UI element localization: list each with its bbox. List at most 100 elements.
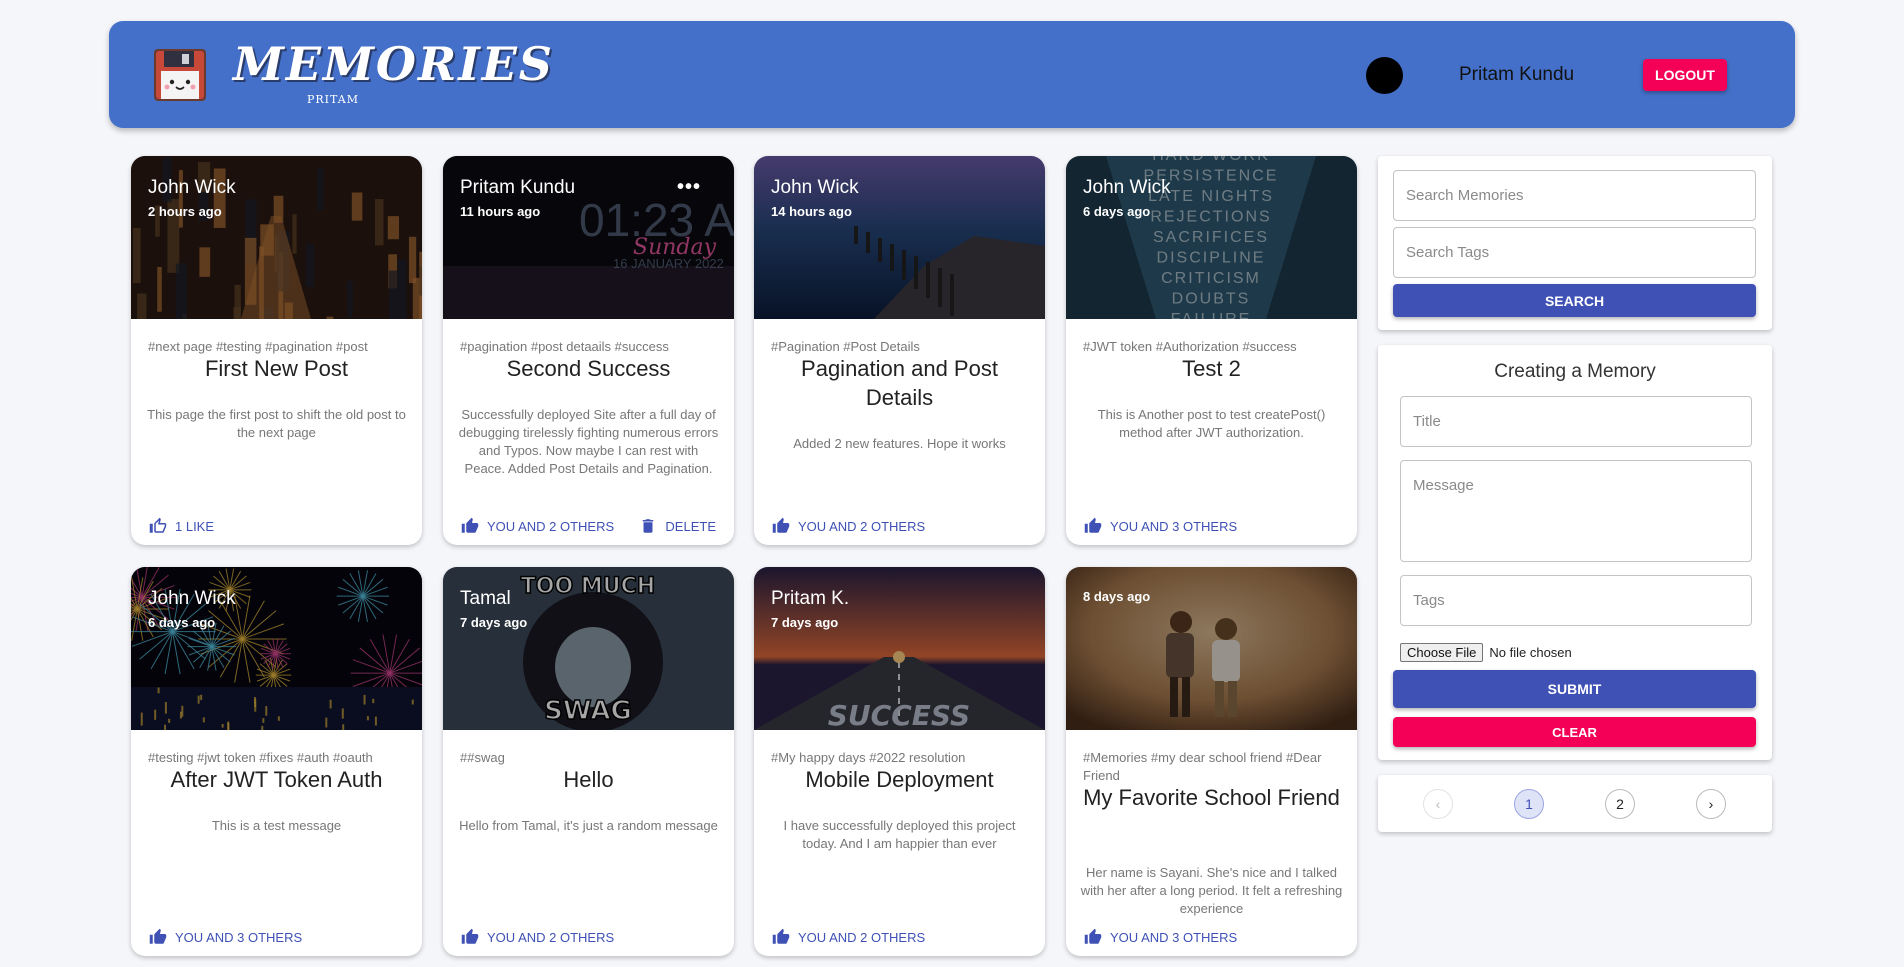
svg-text:FAILURE: FAILURE: [1171, 311, 1252, 319]
thumb-up-icon: [461, 517, 479, 535]
thumb-up-icon: [772, 928, 790, 946]
prev-page-button[interactable]: ‹: [1423, 789, 1453, 819]
post-card[interactable]: 8 days ago #Memories #my dear school frie…: [1066, 567, 1357, 956]
app-bar: MEMORIES PRITAM Pritam Kundu LOGOUT: [109, 21, 1795, 128]
avatar[interactable]: [1366, 57, 1403, 94]
app-logo-subtitle: PRITAM: [307, 93, 359, 106]
post-card[interactable]: TOO MUCH SWAG Tamal 7 days ago ##swag Hello He…: [443, 567, 734, 956]
post-actions: YOU AND 3 OTHERS: [1084, 515, 1339, 537]
search-tags-input[interactable]: [1393, 227, 1756, 278]
post-card[interactable]: John Wick 2 hours ago #next page #testing …: [131, 156, 422, 545]
svg-text:DISCIPLINE: DISCIPLINE: [1157, 250, 1266, 267]
thumb-up-icon: [461, 928, 479, 946]
next-page-button[interactable]: ›: [1696, 789, 1726, 819]
logout-button[interactable]: LOGOUT: [1643, 59, 1727, 91]
post-message: This is Another post to test createPost(…: [1097, 407, 1326, 440]
post-title: After JWT Token Auth: [170, 767, 383, 792]
post-actions: YOU AND 2 OTHERS DELETE: [461, 515, 716, 537]
post-time: 11 hours ago: [460, 204, 541, 219]
app-logo-text: MEMORIES: [233, 37, 554, 91]
clear-button[interactable]: CLEAR: [1393, 717, 1756, 747]
like-count: 1 LIKE: [175, 518, 215, 534]
post-time: 14 hours ago: [771, 204, 852, 219]
post-title: First New Post: [204, 356, 349, 381]
search-panel: SEARCH: [1378, 156, 1772, 330]
like-count: YOU AND 2 OTHERS: [487, 929, 615, 945]
svg-text:16 JANUARY 2022: 16 JANUARY 2022: [613, 256, 724, 271]
post-message: I have successfully deployed this projec…: [783, 818, 1016, 851]
post-card[interactable]: HARD WORKPERSISTENCELATE NIGHTSREJECTION…: [1066, 156, 1357, 545]
like-button[interactable]: YOU AND 2 OTHERS: [461, 517, 614, 535]
post-title: Mobile Deployment: [805, 767, 994, 792]
like-count: YOU AND 2 OTHERS: [798, 518, 926, 534]
svg-text:DOUBTS: DOUBTS: [1172, 291, 1251, 308]
message-field[interactable]: [1400, 460, 1752, 562]
like-button[interactable]: YOU AND 2 OTHERS: [772, 517, 925, 535]
like-count: YOU AND 3 OTHERS: [1110, 518, 1238, 534]
thumb-up-icon: [1084, 517, 1102, 535]
post-actions: YOU AND 3 OTHERS: [1084, 926, 1339, 948]
search-memories-input[interactable]: [1393, 170, 1756, 221]
like-button[interactable]: YOU AND 2 OTHERS: [461, 928, 614, 946]
svg-text:REJECTIONS: REJECTIONS: [1150, 209, 1271, 226]
create-memory-form: Creating a Memory Choose File No file ch…: [1378, 345, 1772, 760]
svg-text:Sunday: Sunday: [633, 235, 717, 260]
delete-button[interactable]: DELETE: [639, 517, 716, 535]
post-message: Added 2 new features. Hope it works: [793, 436, 1006, 451]
post-title: Test 2: [1182, 356, 1241, 381]
post-message: Her name is Sayani. She's nice and I tal…: [1080, 865, 1343, 916]
post-card[interactable]: 01:23 AMSunday16 JANUARY 2022 Pritam Kund…: [443, 156, 734, 545]
post-actions: YOU AND 3 OTHERS: [149, 926, 404, 948]
delete-label: DELETE: [665, 518, 716, 534]
svg-text:CRITICISM: CRITICISM: [1161, 270, 1261, 287]
post-author: Pritam K.: [771, 588, 850, 609]
file-status: No file chosen: [1489, 645, 1572, 660]
post-card[interactable]: John Wick 14 hours ago #Pagination #Post D…: [754, 156, 1045, 545]
post-author: John Wick: [148, 588, 236, 609]
thumb-up-icon: [149, 517, 167, 535]
svg-text:01:23 AM: 01:23 AM: [579, 194, 734, 246]
title-field[interactable]: [1400, 396, 1752, 447]
tags-field[interactable]: [1400, 575, 1752, 626]
like-button[interactable]: YOU AND 2 OTHERS: [772, 928, 925, 946]
like-button[interactable]: YOU AND 3 OTHERS: [1084, 517, 1237, 535]
post-actions: YOU AND 2 OTHERS: [461, 926, 716, 948]
svg-text:SWAG: SWAG: [544, 696, 632, 726]
post-time: 7 days ago: [771, 615, 839, 630]
post-message: This page the first post to shift the ol…: [147, 407, 406, 440]
svg-text:HARD WORK: HARD WORK: [1152, 156, 1270, 164]
like-count: YOU AND 3 OTHERS: [175, 929, 303, 945]
like-count: YOU AND 2 OTHERS: [487, 518, 615, 534]
post-author: Pritam Kundu: [460, 177, 576, 198]
post-tags: #Memories #my dear school friend #Dear F…: [1083, 750, 1322, 783]
post-time: 2 hours ago: [148, 204, 222, 219]
post-title: Second Success: [506, 356, 671, 381]
thumb-up-icon: [772, 517, 790, 535]
like-button[interactable]: YOU AND 3 OTHERS: [149, 928, 302, 946]
post-card[interactable]: SUCCESS Pritam K. 7 days ago #My happy days…: [754, 567, 1045, 956]
svg-text:TOO MUCH: TOO MUCH: [521, 574, 655, 599]
post-message: Successfully deployed Site after a full …: [458, 407, 719, 476]
post-time: 7 days ago: [460, 615, 528, 630]
more-options-icon[interactable]: •••: [677, 176, 701, 199]
user-name: Pritam Kundu: [1459, 64, 1575, 85]
search-button[interactable]: SEARCH: [1393, 284, 1756, 317]
form-title: Creating a Memory: [1494, 361, 1656, 382]
svg-text:SUCCESS: SUCCESS: [828, 699, 970, 730]
post-actions: 1 LIKE: [149, 515, 404, 537]
post-time: 8 days ago: [1083, 589, 1151, 604]
post-actions: YOU AND 2 OTHERS: [772, 926, 1027, 948]
post-card[interactable]: John Wick 6 days ago #testing #jwt token #…: [131, 567, 422, 956]
page-2-button[interactable]: 2: [1605, 789, 1635, 819]
floppy-disk-icon: [154, 49, 206, 101]
post-title: My Favorite School Friend: [1083, 785, 1340, 810]
post-author: John Wick: [771, 177, 859, 198]
like-button[interactable]: 1 LIKE: [149, 517, 214, 535]
submit-button[interactable]: SUBMIT: [1393, 670, 1756, 708]
like-button[interactable]: YOU AND 3 OTHERS: [1084, 928, 1237, 946]
page-1-button[interactable]: 1: [1514, 789, 1544, 819]
post-message: Hello from Tamal, it's just a random mes…: [459, 818, 718, 833]
choose-file-button[interactable]: Choose File: [1400, 643, 1484, 662]
post-actions: YOU AND 2 OTHERS: [772, 515, 1027, 537]
thumb-up-icon: [1084, 928, 1102, 946]
